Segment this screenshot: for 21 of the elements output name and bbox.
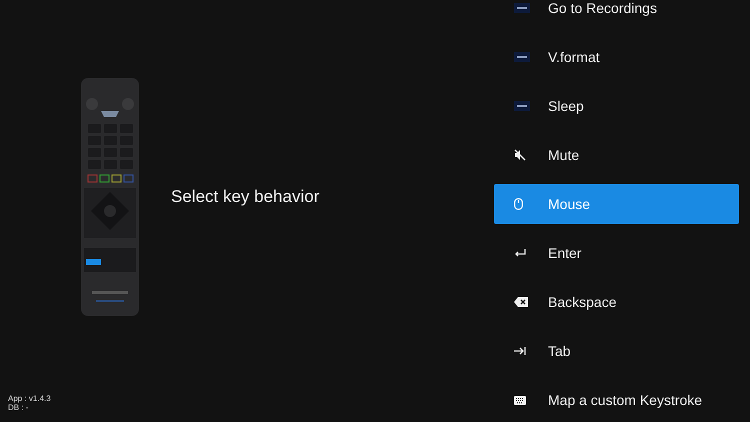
keyboard-icon [514, 396, 526, 404]
option-item[interactable]: Sleep [494, 86, 739, 126]
thumbnail-icon [514, 3, 530, 13]
option-item[interactable]: Backspace [494, 282, 739, 322]
option-item[interactable]: Map a custom Keystroke [494, 380, 739, 420]
thumbnail-icon [514, 101, 530, 111]
db-version-text: DB : - [8, 403, 30, 412]
enter-icon [514, 249, 526, 257]
backspace-icon [514, 297, 528, 307]
thumbnail-icon [514, 52, 530, 62]
option-item[interactable]: Tab [494, 331, 739, 371]
mouse-icon [514, 198, 523, 210]
option-item[interactable]: Mouse [494, 184, 739, 224]
option-item[interactable]: Mute [494, 135, 739, 175]
option-item[interactable]: V.format [494, 37, 739, 77]
prompt-text: Select key behavior [171, 187, 320, 207]
option-item[interactable]: Enter [494, 233, 739, 273]
app-version-text: App : v1.4.3 [8, 394, 52, 403]
tab-icon [514, 347, 526, 355]
option-item[interactable]: Go to Recordings [494, 0, 739, 28]
mute-icon [514, 149, 526, 161]
